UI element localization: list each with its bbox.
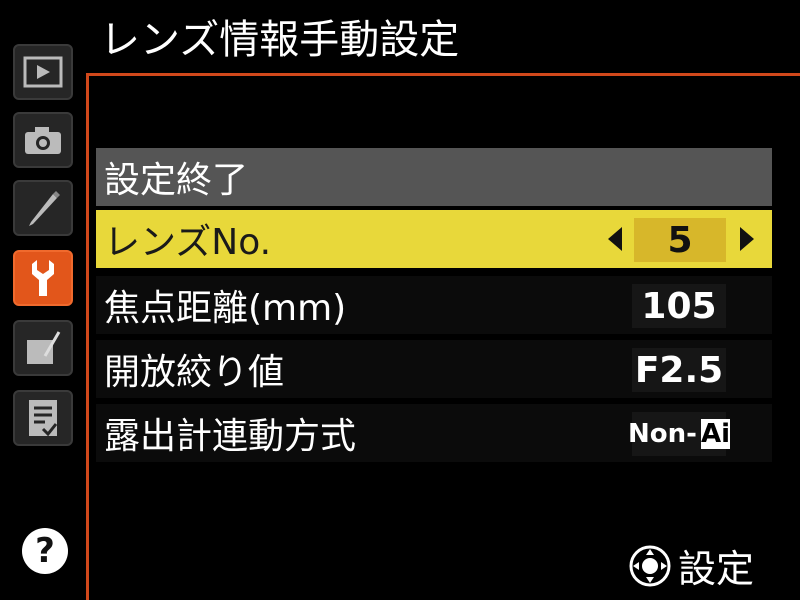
focal-length-row[interactable]: 焦点距離(mm) 105 xyxy=(96,276,772,334)
help-button[interactable]: ? xyxy=(22,528,68,574)
tab-shooting[interactable] xyxy=(13,112,73,168)
set-hint: 設定 xyxy=(628,538,754,593)
non-label: Non- xyxy=(628,419,697,449)
max-aperture-value: F2.5 xyxy=(632,348,726,392)
playback-icon xyxy=(23,56,63,88)
focal-length-value: 105 xyxy=(632,284,726,328)
tab-playback[interactable] xyxy=(13,44,73,100)
multi-selector-icon xyxy=(629,545,671,586)
focal-length-label: 焦点距離(mm) xyxy=(104,288,347,329)
recent-settings-icon xyxy=(29,400,58,437)
lens-number-label: レンズNo. xyxy=(104,222,272,263)
frame-divider xyxy=(86,73,800,76)
lens-number-row[interactable]: レンズNo. 5 xyxy=(96,210,772,268)
tab-setup[interactable] xyxy=(13,250,73,306)
page-title: レンズ情報手動設定 xyxy=(100,17,460,63)
right-arrow-icon[interactable] xyxy=(740,227,754,251)
retouch-icon xyxy=(27,331,61,364)
max-aperture-label: 開放絞り値 xyxy=(104,352,285,393)
tab-my-menu[interactable] xyxy=(13,390,73,446)
tab-retouch[interactable] xyxy=(13,320,73,376)
done-row[interactable]: 設定終了 xyxy=(96,148,772,206)
max-aperture-row[interactable]: 開放絞り値 F2.5 xyxy=(96,340,772,398)
metering-coupling-value: Non- Ai xyxy=(628,412,730,456)
wrench-icon xyxy=(32,260,54,296)
menu-tabs: ? xyxy=(0,0,88,600)
ai-icon: Ai xyxy=(700,419,730,449)
camera-icon xyxy=(25,127,61,154)
metering-coupling-row[interactable]: 露出計連動方式 Non- Ai xyxy=(96,404,772,462)
left-arrow-icon[interactable] xyxy=(608,227,622,251)
set-hint-label: 設定 xyxy=(678,547,755,591)
done-label: 設定終了 xyxy=(104,160,249,201)
pencil-icon xyxy=(29,191,60,226)
tab-custom-settings[interactable] xyxy=(13,180,73,236)
metering-coupling-label: 露出計連動方式 xyxy=(104,416,357,457)
frame-divider xyxy=(86,73,89,600)
lens-number-value[interactable]: 5 xyxy=(634,218,726,262)
